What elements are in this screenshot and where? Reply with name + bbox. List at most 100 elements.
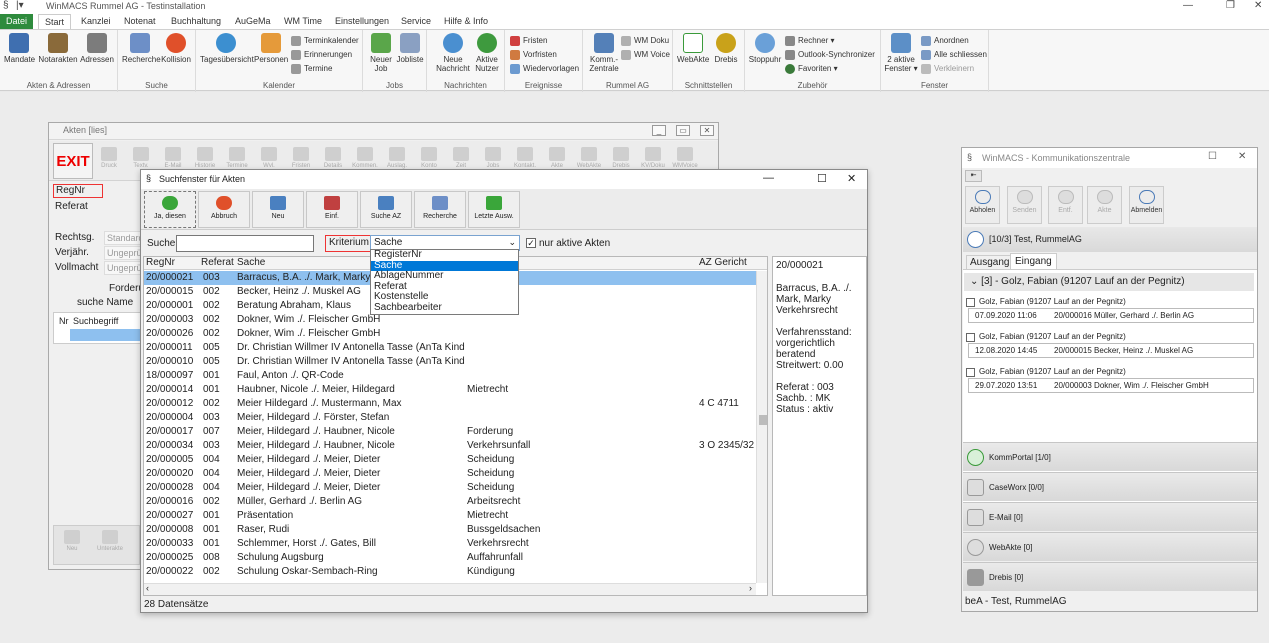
table-row[interactable]: 20/000017 007 Meier, Hildegard ./. Haubner… bbox=[144, 425, 767, 439]
neu-button[interactable]: Neu bbox=[252, 191, 304, 228]
table-row[interactable]: 20/000014 001 Haubner, Nicole ./. Meier, H… bbox=[144, 383, 767, 397]
email-channel[interactable]: E-Mail [0] bbox=[963, 502, 1257, 531]
maximize-icon[interactable]: ☐ bbox=[1208, 151, 1217, 162]
maximize-icon[interactable]: ▭ bbox=[676, 125, 690, 136]
letzte-ausw-button[interactable]: Letzte Ausw. bbox=[468, 191, 520, 228]
table-row[interactable]: 18/000097 001 Faul, Anton ./. QR-Code bbox=[144, 369, 767, 383]
scroll-right-icon[interactable]: › bbox=[749, 583, 752, 593]
message-checkbox[interactable] bbox=[966, 333, 975, 342]
mandate-button[interactable]: Mandate bbox=[4, 33, 35, 64]
table-row[interactable]: 20/000010 005 Dr. Christian Willmer IV Ant… bbox=[144, 355, 767, 369]
close-icon[interactable]: ✕ bbox=[700, 125, 714, 136]
drebis-button[interactable]: Drebis bbox=[711, 33, 741, 64]
vollmacht-field[interactable]: Ungeprüft bbox=[104, 261, 142, 275]
option-ablagenummer[interactable]: AblageNummer bbox=[371, 270, 518, 282]
vertical-scrollbar[interactable] bbox=[756, 271, 767, 583]
table-row[interactable]: 20/000008 001 Raser, Rudi Bussgeldsachen bbox=[144, 523, 767, 537]
neue-nachricht-button[interactable]: Neue Nachricht bbox=[435, 33, 471, 73]
table-row[interactable]: 20/000027 001 Präsentation Mietrecht bbox=[144, 509, 767, 523]
erinnerungen-button[interactable]: Erinnerungen bbox=[291, 48, 352, 61]
vorfristen-button[interactable]: Vorfristen bbox=[510, 48, 557, 61]
tab-einstellungen[interactable]: Einstellungen bbox=[329, 14, 395, 29]
table-row[interactable]: 20/000003 002 Dokner, Wim ./. Fleischer Gm… bbox=[144, 313, 767, 327]
scroll-left-icon[interactable]: ‹ bbox=[146, 583, 149, 593]
kollision-button[interactable]: Kollision bbox=[160, 33, 192, 64]
sender-group-header[interactable]: ⌄ [3] - Golz, Fabian (91207 Lauf an der … bbox=[964, 273, 1254, 291]
favoriten-button[interactable]: Favoriten ▾ bbox=[785, 62, 838, 75]
aktive-nutzer-button[interactable]: Aktive Nutzer bbox=[471, 33, 503, 73]
table-row[interactable]: 20/000026 002 Dokner, Wim ./. Fleischer Gm… bbox=[144, 327, 767, 341]
tab-buchhaltung[interactable]: Buchhaltung bbox=[165, 14, 227, 29]
minimize-icon[interactable]: _ bbox=[652, 125, 666, 136]
option-sachbearbeiter[interactable]: Sachbearbeiter bbox=[371, 302, 518, 314]
table-row[interactable]: 20/000004 003 Meier, Hildegard ./. Förster… bbox=[144, 411, 767, 425]
webakte-button[interactable]: WebAkte bbox=[677, 33, 709, 64]
scrollbar-thumb[interactable] bbox=[759, 415, 767, 425]
anordnen-button[interactable]: Anordnen bbox=[921, 34, 969, 47]
tab-eingang[interactable]: Eingang bbox=[1010, 253, 1057, 269]
table-row[interactable]: 20/000034 003 Meier, Hildegard ./. Haubner… bbox=[144, 439, 767, 453]
minimize-icon[interactable]: — bbox=[1183, 0, 1193, 11]
tab-wmtime[interactable]: WM Time bbox=[278, 14, 328, 29]
tab-hilfe[interactable]: Hilfe & Info bbox=[438, 14, 494, 29]
jobliste-button[interactable]: Jobliste bbox=[395, 33, 425, 64]
table-row[interactable]: 20/000016 002 Müller, Gerhard ./. Berlin A… bbox=[144, 495, 767, 509]
table-row[interactable]: 20/000025 008 Schulung Augsburg Auffahrunfa… bbox=[144, 551, 767, 565]
table-row[interactable]: 20/000033 001 Schlemmer, Horst ./. Gates, … bbox=[144, 537, 767, 551]
tab-start[interactable]: Start bbox=[38, 14, 72, 29]
alle-schliessen-button[interactable]: Alle schliessen bbox=[921, 48, 987, 61]
tagesuebersicht-button[interactable]: Tagesübersicht bbox=[200, 33, 254, 64]
neuer-job-button[interactable]: Neuer Job bbox=[367, 33, 395, 73]
option-registernr[interactable]: RegisterNr bbox=[371, 249, 518, 261]
maximize-icon[interactable]: ❐ bbox=[1226, 0, 1235, 11]
rechtsg-field[interactable]: Standard bbox=[104, 231, 142, 245]
table-row[interactable]: 20/000005 004 Meier, Hildegard ./. Meier, … bbox=[144, 453, 767, 467]
nur-aktive-checkbox[interactable]: ✓ bbox=[526, 238, 536, 248]
tab-service[interactable]: Service bbox=[395, 14, 437, 29]
maximize-icon[interactable]: ☐ bbox=[817, 172, 827, 185]
column-referat[interactable]: Referat bbox=[201, 257, 234, 268]
verkleinern-button[interactable]: Verkleinern bbox=[921, 62, 974, 75]
exit-button[interactable]: EXIT bbox=[53, 143, 93, 179]
aktive-fenster-button[interactable]: 2 aktive Fenster ▾ bbox=[883, 33, 919, 73]
abholen-button[interactable]: Abholen bbox=[965, 186, 1000, 224]
terminkalender-button[interactable]: Terminkalender bbox=[291, 34, 359, 47]
minimize-icon[interactable]: — bbox=[763, 172, 774, 184]
senden-button[interactable]: Senden bbox=[1007, 186, 1042, 224]
tab-notenat[interactable]: Notenat bbox=[118, 14, 162, 29]
suche-input[interactable] bbox=[176, 235, 314, 252]
kommportal-channel[interactable]: KommPortal [1/0] bbox=[963, 442, 1257, 471]
verjaehr-field[interactable]: Ungeprüft bbox=[104, 246, 142, 260]
webakte-channel[interactable]: WebAkte [0] bbox=[963, 532, 1257, 561]
column-az-gericht[interactable]: AZ Gericht bbox=[699, 257, 747, 268]
table-row[interactable]: 20/000022 002 Schulung Oskar-Sembach-Ring K… bbox=[144, 565, 767, 579]
fristen-button[interactable]: Fristen bbox=[510, 34, 547, 47]
table-row[interactable]: 20/000028 004 Meier, Hildegard ./. Meier, … bbox=[144, 481, 767, 495]
recherche-button[interactable]: Recherche bbox=[122, 33, 161, 64]
suchbegriff-row[interactable] bbox=[70, 329, 144, 341]
notarakten-button[interactable]: Notarakten bbox=[38, 33, 78, 64]
column-regnr[interactable]: RegNr bbox=[146, 257, 175, 268]
horizontal-scrollbar[interactable]: ‹ › bbox=[144, 583, 756, 595]
suche-az-button[interactable]: Suche AZ bbox=[360, 191, 412, 228]
close-icon[interactable]: ✕ bbox=[1254, 0, 1262, 11]
druck-tool[interactable]: Druck bbox=[95, 145, 123, 179]
tab-kanzlei[interactable]: Kanzlei bbox=[75, 14, 117, 29]
unterakte-tool[interactable]: Unterakte bbox=[96, 528, 124, 562]
stoppuhr-button[interactable]: Stoppuhr bbox=[747, 33, 783, 64]
message-checkbox[interactable] bbox=[966, 298, 975, 307]
message-item[interactable]: Golz, Fabian (91207 Lauf an der Pegnitz)… bbox=[966, 297, 1254, 327]
option-kostenstelle[interactable]: Kostenstelle bbox=[371, 291, 518, 303]
table-row[interactable]: 20/000012 002 Meier Hildegard ./. Musterma… bbox=[144, 397, 767, 411]
message-item[interactable]: Golz, Fabian (91207 Lauf an der Pegnitz)… bbox=[966, 367, 1254, 397]
personen-button[interactable]: Personen bbox=[254, 33, 288, 64]
column-sache[interactable]: Sache bbox=[237, 257, 265, 268]
collapse-toolbar-icon[interactable]: ⇤ bbox=[965, 170, 982, 182]
adressen-button[interactable]: Adressen bbox=[80, 33, 114, 64]
wm-voice-button[interactable]: WM Voice bbox=[621, 48, 670, 61]
wiedervorlagen-button[interactable]: Wiedervorlagen bbox=[510, 62, 579, 75]
tab-datei[interactable]: Datei bbox=[0, 14, 34, 29]
message-item[interactable]: Golz, Fabian (91207 Lauf an der Pegnitz)… bbox=[966, 332, 1254, 362]
abmelden-button[interactable]: Abmelden bbox=[1129, 186, 1164, 224]
tab-augema[interactable]: AuGeMa bbox=[229, 14, 277, 29]
